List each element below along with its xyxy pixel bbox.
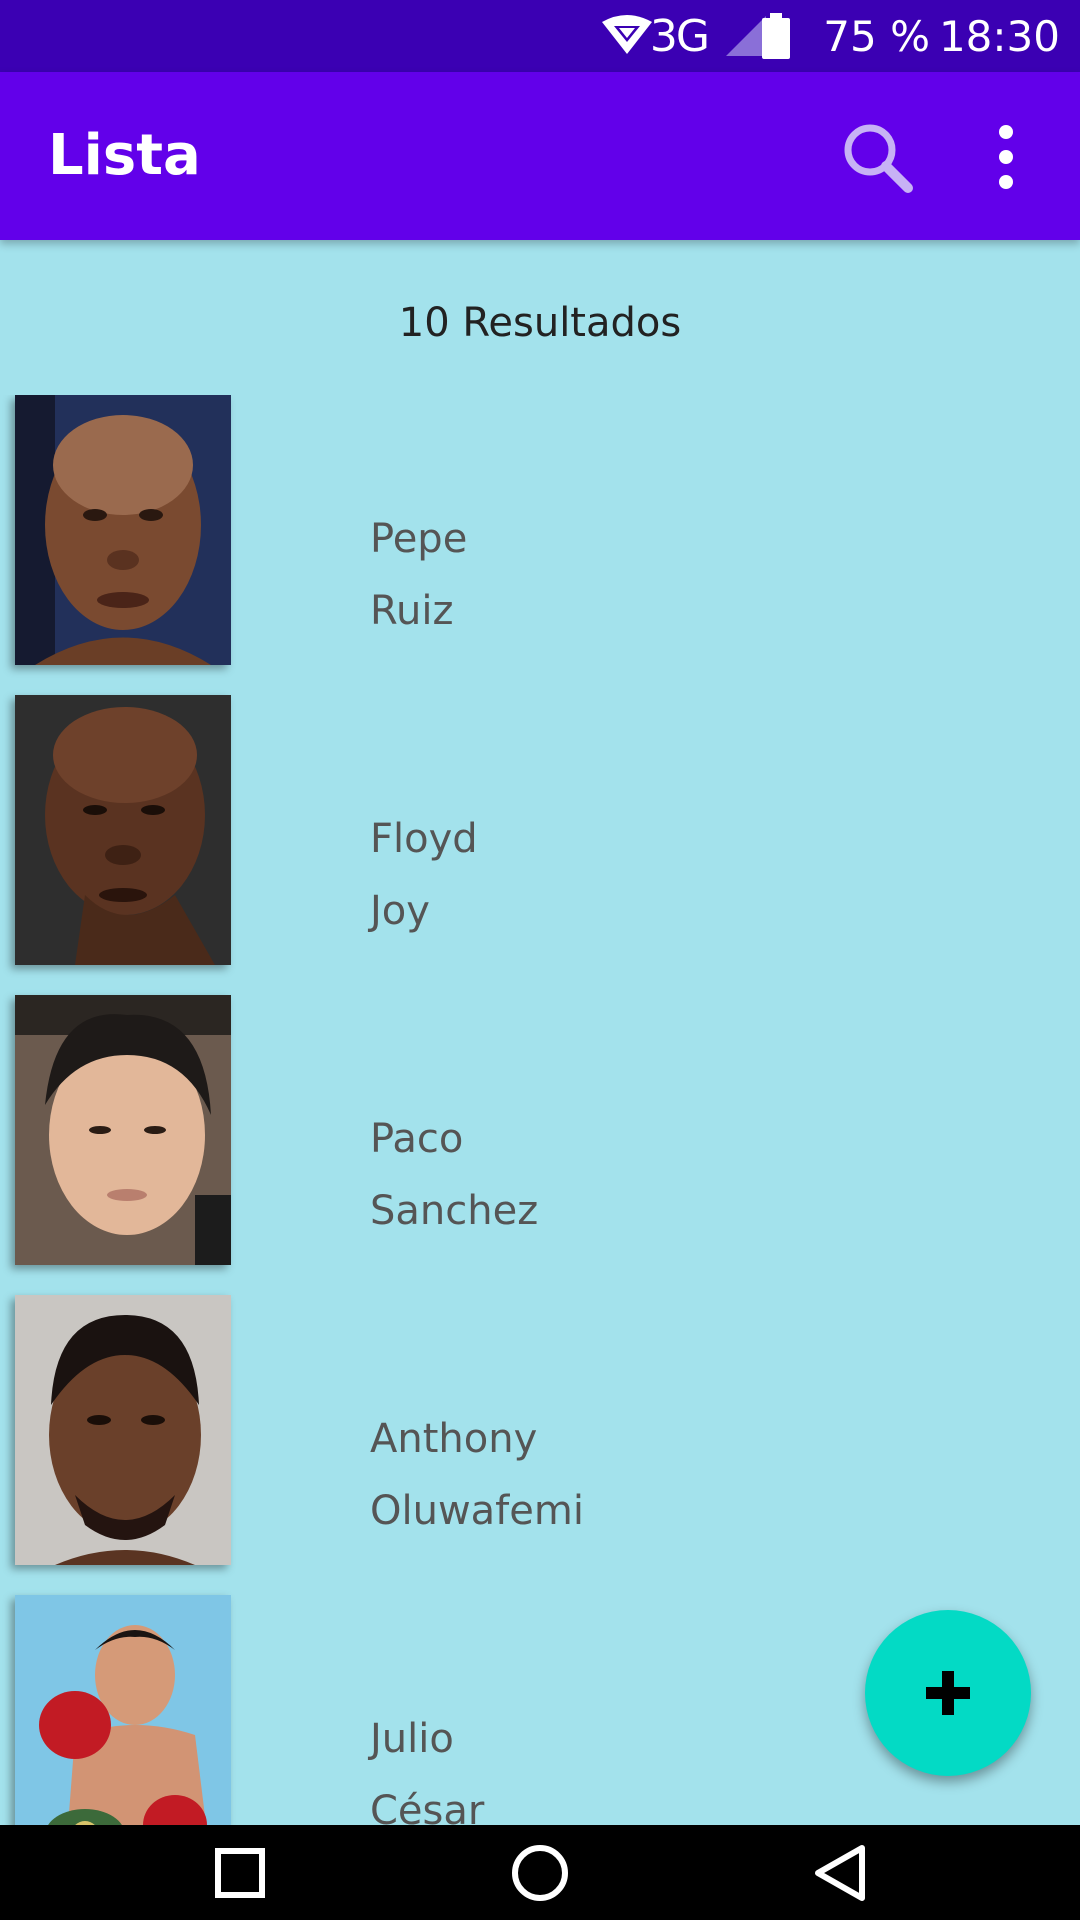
list-item[interactable]: Floyd Joy — [0, 695, 1080, 995]
last-name: César — [370, 1788, 485, 1825]
last-name: Ruiz — [370, 588, 454, 634]
first-name: Pepe — [370, 516, 468, 562]
more-vert-icon — [999, 125, 1013, 189]
last-name: Oluwafemi — [370, 1488, 584, 1534]
contact-name: Julio César — [370, 1703, 484, 1825]
recents-square-icon — [215, 1847, 265, 1898]
last-name: Sanchez — [370, 1188, 539, 1234]
battery-icon — [762, 0, 790, 72]
navigation-bar — [0, 1825, 1080, 1920]
first-name: Julio — [370, 1716, 454, 1762]
avatar — [15, 1595, 231, 1825]
contact-name: Anthony Oluwafemi — [370, 1403, 584, 1547]
overflow-menu-button[interactable] — [986, 122, 1026, 192]
network-type: 3G — [649, 10, 710, 62]
wifi-icon — [600, 0, 654, 72]
avatar — [15, 395, 231, 665]
list-item[interactable]: Paco Sanchez — [0, 995, 1080, 1295]
avatar — [15, 695, 231, 965]
page-title: Lista — [48, 123, 201, 188]
results-count: 10 Resultados — [398, 300, 682, 346]
search-icon — [844, 124, 913, 193]
back-triangle-icon — [815, 1844, 865, 1901]
search-button[interactable] — [838, 118, 918, 198]
avatar — [15, 995, 231, 1265]
app-bar: Lista — [0, 72, 1080, 240]
back-button[interactable] — [780, 1825, 900, 1920]
recents-button[interactable] — [180, 1825, 300, 1920]
avatar — [15, 1295, 231, 1565]
last-name: Joy — [370, 888, 430, 934]
first-name: Paco — [370, 1116, 464, 1162]
home-button[interactable] — [480, 1825, 600, 1920]
home-circle-icon — [512, 1844, 568, 1901]
contact-list[interactable]: Pepe Ruiz Floyd Joy Paco Sanchez Anthony… — [0, 395, 1080, 1825]
plus-icon — [926, 1671, 970, 1715]
contact-name: Paco Sanchez — [370, 1103, 538, 1247]
battery-percent: 75 % — [823, 11, 930, 61]
status-bar: 3G 75 % 18:30 — [0, 0, 1080, 72]
status-time: 18:30 — [938, 11, 1060, 61]
list-item[interactable]: Pepe Ruiz — [0, 395, 1080, 695]
add-contact-button[interactable] — [865, 1610, 1031, 1776]
first-name: Anthony — [370, 1416, 538, 1462]
contact-name: Floyd Joy — [370, 803, 478, 947]
list-item[interactable]: Anthony Oluwafemi — [0, 1295, 1080, 1595]
first-name: Floyd — [370, 816, 478, 862]
contact-name: Pepe Ruiz — [370, 503, 467, 647]
